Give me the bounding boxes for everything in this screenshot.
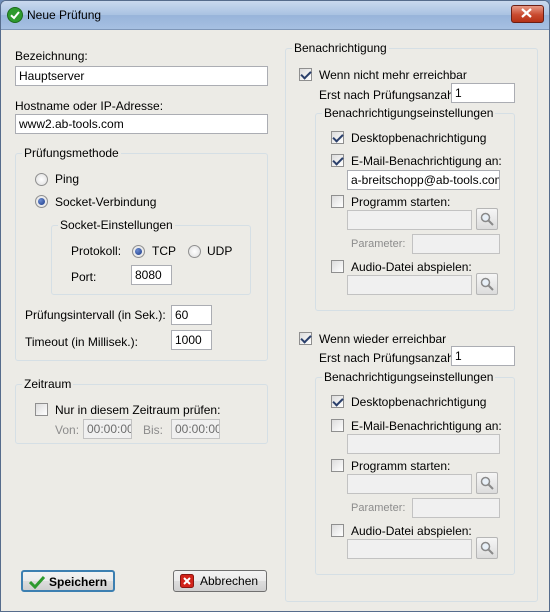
reachable-program-input[interactable]	[347, 474, 472, 494]
reachable-email-label[interactable]: E-Mail-Benachrichtigung an:	[351, 419, 502, 433]
reachable-label[interactable]: Wenn wieder erreichbar	[319, 332, 446, 346]
save-button[interactable]: Speichern	[21, 570, 115, 592]
unreachable-after-label: Erst nach Prüfungsanzahl:	[319, 88, 460, 102]
unreachable-desktop-label[interactable]: Desktopbenachrichtigung	[351, 131, 486, 145]
magnifier-icon	[480, 277, 494, 291]
timeout-input[interactable]: 1000	[171, 330, 212, 350]
dialog-client: Bezeichnung: Hauptserver Hostname oder I…	[9, 31, 541, 603]
zeitraum-checkbox[interactable]	[35, 403, 48, 416]
zeitraum-title: Zeitraum	[22, 377, 74, 391]
unreachable-audio-checkbox[interactable]	[331, 260, 344, 273]
title-bar[interactable]: Neue Prüfung	[1, 1, 549, 30]
hostname-input[interactable]: www2.ab-tools.com	[15, 114, 268, 134]
tcp-radio[interactable]	[132, 245, 145, 258]
reachable-parameter-input[interactable]	[412, 498, 500, 518]
close-icon	[521, 8, 532, 18]
tcp-label[interactable]: TCP	[152, 244, 176, 258]
port-label: Port:	[71, 270, 97, 284]
bis-input[interactable]: 00:00:00	[171, 419, 220, 439]
reachable-desktop-checkbox[interactable]	[331, 395, 344, 408]
reachable-after-label: Erst nach Prüfungsanzahl:	[319, 351, 460, 365]
unreachable-email-input[interactable]: a-breitschopp@ab-tools.com	[347, 170, 500, 190]
method-group-title: Prüfungsmethode	[22, 146, 121, 160]
notification-group-title: Benachrichtigung	[292, 41, 389, 55]
magnifier-icon	[480, 541, 494, 555]
udp-label[interactable]: UDP	[207, 244, 232, 258]
socket-settings-title: Socket-Einstellungen	[58, 218, 175, 232]
reachable-program-browse-button[interactable]	[476, 472, 498, 494]
unreachable-program-browse-button[interactable]	[476, 208, 498, 230]
unreachable-program-label[interactable]: Programm starten:	[351, 195, 450, 209]
interval-input[interactable]: 60	[171, 305, 212, 325]
unreachable-parameter-label: Parameter:	[351, 238, 406, 250]
cancel-button[interactable]: Abbrechen	[173, 570, 267, 592]
unreachable-email-checkbox[interactable]	[331, 154, 344, 167]
zeitraum-label[interactable]: Nur in diesem Zeitraum prüfen:	[55, 403, 220, 417]
unreachable-settings-title: Benachrichtigungseinstellungen	[322, 106, 496, 120]
timeout-label: Timeout (in Millisek.):	[25, 335, 138, 349]
interval-label: Prüfungsintervall (in Sek.):	[25, 308, 166, 322]
cancel-icon	[180, 574, 194, 588]
reachable-settings-title: Benachrichtigungseinstellungen	[322, 370, 496, 384]
reachable-parameter-label: Parameter:	[351, 502, 406, 514]
reachable-after-input[interactable]: 1	[451, 346, 515, 366]
unreachable-desktop-checkbox[interactable]	[331, 131, 344, 144]
window-title: Neue Prüfung	[27, 8, 102, 22]
checkmark-icon	[29, 575, 45, 589]
unreachable-label[interactable]: Wenn nicht mehr erreichbar	[319, 68, 467, 82]
reachable-desktop-label[interactable]: Desktopbenachrichtigung	[351, 395, 486, 409]
reachable-program-checkbox[interactable]	[331, 459, 344, 472]
reachable-audio-browse-button[interactable]	[476, 537, 498, 559]
socket-radio[interactable]	[35, 195, 48, 208]
socket-label[interactable]: Socket-Verbindung	[55, 195, 156, 209]
reachable-email-input[interactable]	[347, 434, 500, 454]
bezeichnung-input[interactable]: Hauptserver	[15, 66, 268, 86]
unreachable-email-label[interactable]: E-Mail-Benachrichtigung an:	[351, 154, 502, 168]
bis-label: Bis:	[143, 423, 164, 437]
unreachable-audio-input[interactable]	[347, 275, 472, 295]
unreachable-audio-label[interactable]: Audio-Datei abspielen:	[351, 260, 472, 274]
reachable-audio-checkbox[interactable]	[331, 524, 344, 537]
dialog-window: Neue Prüfung Bezeichnung: Hauptserver Ho…	[0, 0, 550, 612]
cancel-label: Abbrechen	[200, 574, 259, 588]
unreachable-program-checkbox[interactable]	[331, 195, 344, 208]
udp-radio[interactable]	[188, 245, 201, 258]
von-input[interactable]: 00:00:00	[83, 419, 132, 439]
check-circle-icon	[7, 7, 23, 23]
reachable-program-label[interactable]: Programm starten:	[351, 459, 450, 473]
ping-radio[interactable]	[35, 173, 48, 186]
protokoll-label: Protokoll:	[71, 244, 122, 258]
unreachable-checkbox[interactable]	[299, 68, 312, 81]
magnifier-icon	[480, 476, 494, 490]
reachable-audio-input[interactable]	[347, 539, 472, 559]
unreachable-after-input[interactable]: 1	[451, 83, 515, 103]
von-label: Von:	[55, 423, 80, 437]
ping-label[interactable]: Ping	[55, 172, 79, 186]
magnifier-icon	[480, 212, 494, 226]
save-label: Speichern	[49, 575, 108, 589]
close-button[interactable]	[511, 5, 544, 23]
bezeichnung-label: Bezeichnung:	[15, 49, 88, 63]
reachable-checkbox[interactable]	[299, 332, 312, 345]
unreachable-parameter-input[interactable]	[412, 234, 500, 254]
unreachable-audio-browse-button[interactable]	[476, 273, 498, 295]
port-input[interactable]: 8080	[131, 265, 172, 285]
unreachable-program-input[interactable]	[347, 210, 472, 230]
reachable-email-checkbox[interactable]	[331, 419, 344, 432]
reachable-audio-label[interactable]: Audio-Datei abspielen:	[351, 524, 472, 538]
hostname-label: Hostname oder IP-Adresse:	[15, 99, 164, 113]
